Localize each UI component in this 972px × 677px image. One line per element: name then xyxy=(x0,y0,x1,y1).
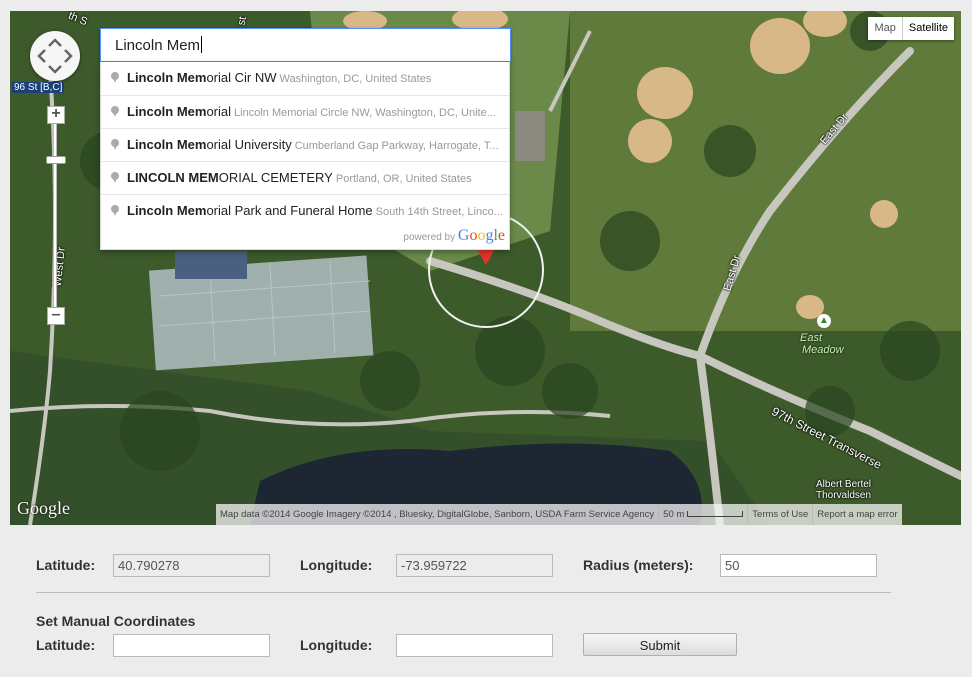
search-input-text: Lincoln Mem xyxy=(115,37,201,54)
scale-indicator: 50 m xyxy=(658,504,747,525)
zoom-out-button[interactable]: – xyxy=(47,307,65,325)
map-attribution-bar: Map data ©2014 Google Imagery ©2014 , Bl… xyxy=(216,504,902,525)
autocomplete-suggestion[interactable]: Lincoln Memorial Cir NW Washington, DC, U… xyxy=(101,62,509,95)
autocomplete-suggestion[interactable]: Lincoln Memorial University Cumberland Ga… xyxy=(101,128,509,161)
autocomplete-dropdown: Lincoln Memorial Cir NW Washington, DC, U… xyxy=(100,62,510,250)
longitude-field[interactable]: -73.959722 xyxy=(396,554,553,577)
location-pin-icon xyxy=(111,139,119,150)
coordinates-panel: Latitude: 40.790278 Longitude: -73.95972… xyxy=(0,525,972,677)
poi-label-east-meadow: East xyxy=(800,332,823,344)
radius-field[interactable]: 50 xyxy=(720,554,877,577)
autocomplete-suggestion[interactable]: LINCOLN MEMORIAL CEMETERY Portland, OR, U… xyxy=(101,161,509,194)
powered-by-google: powered by Google xyxy=(403,227,505,244)
park-icon: ▲ xyxy=(817,314,831,328)
text-caret xyxy=(201,36,203,53)
zoom-slider-track[interactable] xyxy=(53,111,57,321)
report-error-link[interactable]: Report a map error xyxy=(812,504,901,525)
street-label: st xyxy=(235,15,249,27)
search-input[interactable]: Lincoln Mem xyxy=(100,28,511,62)
zoom-in-button[interactable]: + xyxy=(47,106,65,124)
pan-control[interactable] xyxy=(30,31,80,81)
autocomplete-suggestion[interactable]: Lincoln Memorial Lincoln Memorial Circle … xyxy=(101,95,509,128)
radius-label: Radius (meters): xyxy=(583,557,694,573)
latitude-label: Latitude: xyxy=(36,557,96,573)
poi-label: Thorvaldsen xyxy=(816,490,872,501)
longitude-label: Longitude: xyxy=(300,557,373,573)
map-type-control: Map Satellite xyxy=(868,17,954,40)
subway-station-label: 96 St [B,C] xyxy=(12,82,65,93)
location-pin-icon xyxy=(111,106,119,117)
latitude-field[interactable]: 40.790278 xyxy=(113,554,270,577)
poi-label-east-meadow: Meadow xyxy=(802,344,844,356)
manual-latitude-label: Latitude: xyxy=(36,637,96,653)
location-pin-icon xyxy=(111,172,119,183)
map-type-satellite-button[interactable]: Satellite xyxy=(901,17,954,40)
manual-longitude-field[interactable] xyxy=(396,634,553,657)
location-pin-icon xyxy=(111,72,119,83)
zoom-slider-handle[interactable] xyxy=(46,156,66,164)
map-type-map-button[interactable]: Map xyxy=(868,17,902,40)
map-data-credit: Map data ©2014 Google Imagery ©2014 , Bl… xyxy=(220,509,655,520)
terms-link[interactable]: Terms of Use xyxy=(747,504,812,525)
location-pin-icon xyxy=(111,205,119,216)
autocomplete-suggestion[interactable]: Lincoln Memorial Park and Funeral Home So… xyxy=(101,194,509,227)
google-wordmark: Google xyxy=(457,227,505,244)
pan-arrows-icon xyxy=(37,38,73,74)
manual-longitude-label: Longitude: xyxy=(300,637,373,653)
manual-latitude-field[interactable] xyxy=(113,634,270,657)
google-logo: Google xyxy=(17,498,70,518)
poi-label: Albert Bertel xyxy=(816,479,872,490)
divider xyxy=(36,592,891,593)
submit-button[interactable]: Submit xyxy=(583,633,737,656)
manual-coordinates-title: Set Manual Coordinates xyxy=(36,613,196,629)
